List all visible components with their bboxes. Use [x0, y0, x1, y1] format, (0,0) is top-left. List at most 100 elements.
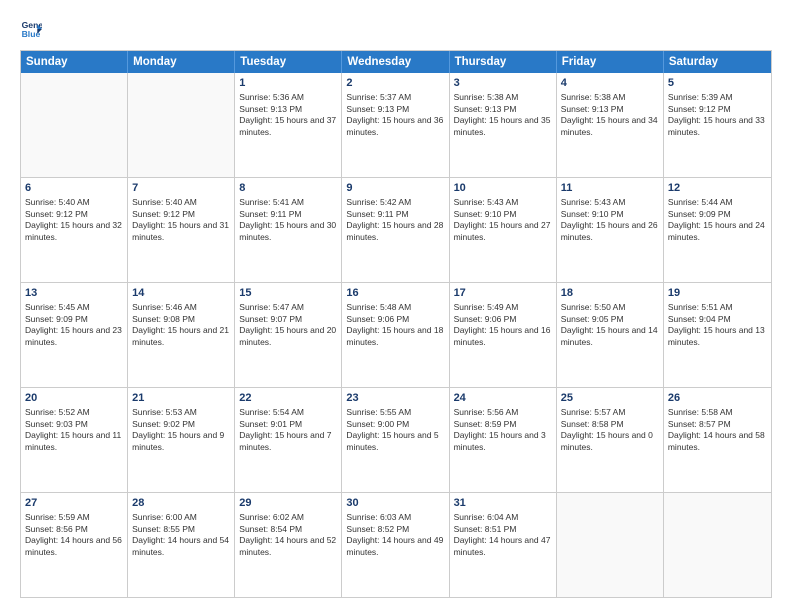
cell-detail: Sunrise: 5:57 AM Sunset: 8:58 PM Dayligh… — [561, 407, 659, 453]
header: General Blue — [20, 18, 772, 40]
calendar-cell-r2c5: 18Sunrise: 5:50 AM Sunset: 9:05 PM Dayli… — [557, 283, 664, 387]
cell-detail: Sunrise: 5:45 AM Sunset: 9:09 PM Dayligh… — [25, 302, 123, 348]
calendar-cell-r4c2: 29Sunrise: 6:02 AM Sunset: 8:54 PM Dayli… — [235, 493, 342, 597]
day-number: 2 — [346, 76, 444, 91]
calendar-cell-r1c1: 7Sunrise: 5:40 AM Sunset: 9:12 PM Daylig… — [128, 178, 235, 282]
page: General Blue SundayMondayTuesdayWednesda… — [0, 0, 792, 612]
calendar-cell-r1c2: 8Sunrise: 5:41 AM Sunset: 9:11 PM Daylig… — [235, 178, 342, 282]
day-number: 28 — [132, 496, 230, 511]
cell-detail: Sunrise: 5:50 AM Sunset: 9:05 PM Dayligh… — [561, 302, 659, 348]
calendar-cell-r2c4: 17Sunrise: 5:49 AM Sunset: 9:06 PM Dayli… — [450, 283, 557, 387]
cell-detail: Sunrise: 5:46 AM Sunset: 9:08 PM Dayligh… — [132, 302, 230, 348]
calendar-cell-r0c4: 3Sunrise: 5:38 AM Sunset: 9:13 PM Daylig… — [450, 73, 557, 177]
cell-detail: Sunrise: 5:41 AM Sunset: 9:11 PM Dayligh… — [239, 197, 337, 243]
cell-detail: Sunrise: 5:43 AM Sunset: 9:10 PM Dayligh… — [561, 197, 659, 243]
calendar-cell-r2c0: 13Sunrise: 5:45 AM Sunset: 9:09 PM Dayli… — [21, 283, 128, 387]
calendar-cell-r0c1 — [128, 73, 235, 177]
day-number: 3 — [454, 76, 552, 91]
calendar-cell-r4c6 — [664, 493, 771, 597]
weekday-header-thursday: Thursday — [450, 51, 557, 73]
calendar-row-4: 27Sunrise: 5:59 AM Sunset: 8:56 PM Dayli… — [21, 492, 771, 597]
cell-detail: Sunrise: 6:00 AM Sunset: 8:55 PM Dayligh… — [132, 512, 230, 558]
weekday-header-sunday: Sunday — [21, 51, 128, 73]
calendar-cell-r2c6: 19Sunrise: 5:51 AM Sunset: 9:04 PM Dayli… — [664, 283, 771, 387]
calendar-cell-r2c3: 16Sunrise: 5:48 AM Sunset: 9:06 PM Dayli… — [342, 283, 449, 387]
day-number: 11 — [561, 181, 659, 196]
day-number: 21 — [132, 391, 230, 406]
cell-detail: Sunrise: 5:54 AM Sunset: 9:01 PM Dayligh… — [239, 407, 337, 453]
day-number: 1 — [239, 76, 337, 91]
calendar-cell-r0c6: 5Sunrise: 5:39 AM Sunset: 9:12 PM Daylig… — [664, 73, 771, 177]
cell-detail: Sunrise: 5:38 AM Sunset: 9:13 PM Dayligh… — [454, 92, 552, 138]
day-number: 4 — [561, 76, 659, 91]
day-number: 15 — [239, 286, 337, 301]
calendar-row-1: 6Sunrise: 5:40 AM Sunset: 9:12 PM Daylig… — [21, 177, 771, 282]
calendar-cell-r1c4: 10Sunrise: 5:43 AM Sunset: 9:10 PM Dayli… — [450, 178, 557, 282]
day-number: 5 — [668, 76, 767, 91]
day-number: 16 — [346, 286, 444, 301]
day-number: 19 — [668, 286, 767, 301]
day-number: 8 — [239, 181, 337, 196]
day-number: 10 — [454, 181, 552, 196]
day-number: 17 — [454, 286, 552, 301]
calendar-cell-r4c1: 28Sunrise: 6:00 AM Sunset: 8:55 PM Dayli… — [128, 493, 235, 597]
calendar-cell-r0c2: 1Sunrise: 5:36 AM Sunset: 9:13 PM Daylig… — [235, 73, 342, 177]
cell-detail: Sunrise: 5:40 AM Sunset: 9:12 PM Dayligh… — [25, 197, 123, 243]
weekday-header-monday: Monday — [128, 51, 235, 73]
cell-detail: Sunrise: 5:37 AM Sunset: 9:13 PM Dayligh… — [346, 92, 444, 138]
calendar-cell-r3c4: 24Sunrise: 5:56 AM Sunset: 8:59 PM Dayli… — [450, 388, 557, 492]
calendar-cell-r3c5: 25Sunrise: 5:57 AM Sunset: 8:58 PM Dayli… — [557, 388, 664, 492]
cell-detail: Sunrise: 5:44 AM Sunset: 9:09 PM Dayligh… — [668, 197, 767, 243]
calendar: SundayMondayTuesdayWednesdayThursdayFrid… — [20, 50, 772, 598]
day-number: 26 — [668, 391, 767, 406]
weekday-header-wednesday: Wednesday — [342, 51, 449, 73]
day-number: 12 — [668, 181, 767, 196]
calendar-cell-r1c6: 12Sunrise: 5:44 AM Sunset: 9:09 PM Dayli… — [664, 178, 771, 282]
cell-detail: Sunrise: 6:03 AM Sunset: 8:52 PM Dayligh… — [346, 512, 444, 558]
cell-detail: Sunrise: 5:58 AM Sunset: 8:57 PM Dayligh… — [668, 407, 767, 453]
calendar-cell-r3c1: 21Sunrise: 5:53 AM Sunset: 9:02 PM Dayli… — [128, 388, 235, 492]
cell-detail: Sunrise: 5:40 AM Sunset: 9:12 PM Dayligh… — [132, 197, 230, 243]
calendar-cell-r1c0: 6Sunrise: 5:40 AM Sunset: 9:12 PM Daylig… — [21, 178, 128, 282]
cell-detail: Sunrise: 6:04 AM Sunset: 8:51 PM Dayligh… — [454, 512, 552, 558]
cell-detail: Sunrise: 6:02 AM Sunset: 8:54 PM Dayligh… — [239, 512, 337, 558]
day-number: 20 — [25, 391, 123, 406]
cell-detail: Sunrise: 5:48 AM Sunset: 9:06 PM Dayligh… — [346, 302, 444, 348]
calendar-body: 1Sunrise: 5:36 AM Sunset: 9:13 PM Daylig… — [21, 73, 771, 597]
cell-detail: Sunrise: 5:51 AM Sunset: 9:04 PM Dayligh… — [668, 302, 767, 348]
day-number: 30 — [346, 496, 444, 511]
calendar-row-0: 1Sunrise: 5:36 AM Sunset: 9:13 PM Daylig… — [21, 73, 771, 177]
day-number: 22 — [239, 391, 337, 406]
weekday-header-saturday: Saturday — [664, 51, 771, 73]
day-number: 6 — [25, 181, 123, 196]
calendar-row-2: 13Sunrise: 5:45 AM Sunset: 9:09 PM Dayli… — [21, 282, 771, 387]
cell-detail: Sunrise: 5:47 AM Sunset: 9:07 PM Dayligh… — [239, 302, 337, 348]
calendar-cell-r3c3: 23Sunrise: 5:55 AM Sunset: 9:00 PM Dayli… — [342, 388, 449, 492]
cell-detail: Sunrise: 5:39 AM Sunset: 9:12 PM Dayligh… — [668, 92, 767, 138]
day-number: 27 — [25, 496, 123, 511]
cell-detail: Sunrise: 5:56 AM Sunset: 8:59 PM Dayligh… — [454, 407, 552, 453]
day-number: 31 — [454, 496, 552, 511]
weekday-header-friday: Friday — [557, 51, 664, 73]
day-number: 25 — [561, 391, 659, 406]
calendar-cell-r2c2: 15Sunrise: 5:47 AM Sunset: 9:07 PM Dayli… — [235, 283, 342, 387]
cell-detail: Sunrise: 5:43 AM Sunset: 9:10 PM Dayligh… — [454, 197, 552, 243]
cell-detail: Sunrise: 5:49 AM Sunset: 9:06 PM Dayligh… — [454, 302, 552, 348]
logo-icon: General Blue — [20, 18, 42, 40]
calendar-cell-r1c3: 9Sunrise: 5:42 AM Sunset: 9:11 PM Daylig… — [342, 178, 449, 282]
calendar-cell-r0c5: 4Sunrise: 5:38 AM Sunset: 9:13 PM Daylig… — [557, 73, 664, 177]
cell-detail: Sunrise: 5:55 AM Sunset: 9:00 PM Dayligh… — [346, 407, 444, 453]
weekday-header-tuesday: Tuesday — [235, 51, 342, 73]
calendar-cell-r4c3: 30Sunrise: 6:03 AM Sunset: 8:52 PM Dayli… — [342, 493, 449, 597]
day-number: 14 — [132, 286, 230, 301]
cell-detail: Sunrise: 5:59 AM Sunset: 8:56 PM Dayligh… — [25, 512, 123, 558]
calendar-cell-r3c2: 22Sunrise: 5:54 AM Sunset: 9:01 PM Dayli… — [235, 388, 342, 492]
day-number: 29 — [239, 496, 337, 511]
cell-detail: Sunrise: 5:52 AM Sunset: 9:03 PM Dayligh… — [25, 407, 123, 453]
calendar-cell-r2c1: 14Sunrise: 5:46 AM Sunset: 9:08 PM Dayli… — [128, 283, 235, 387]
cell-detail: Sunrise: 5:42 AM Sunset: 9:11 PM Dayligh… — [346, 197, 444, 243]
calendar-header: SundayMondayTuesdayWednesdayThursdayFrid… — [21, 51, 771, 73]
day-number: 13 — [25, 286, 123, 301]
cell-detail: Sunrise: 5:53 AM Sunset: 9:02 PM Dayligh… — [132, 407, 230, 453]
day-number: 9 — [346, 181, 444, 196]
